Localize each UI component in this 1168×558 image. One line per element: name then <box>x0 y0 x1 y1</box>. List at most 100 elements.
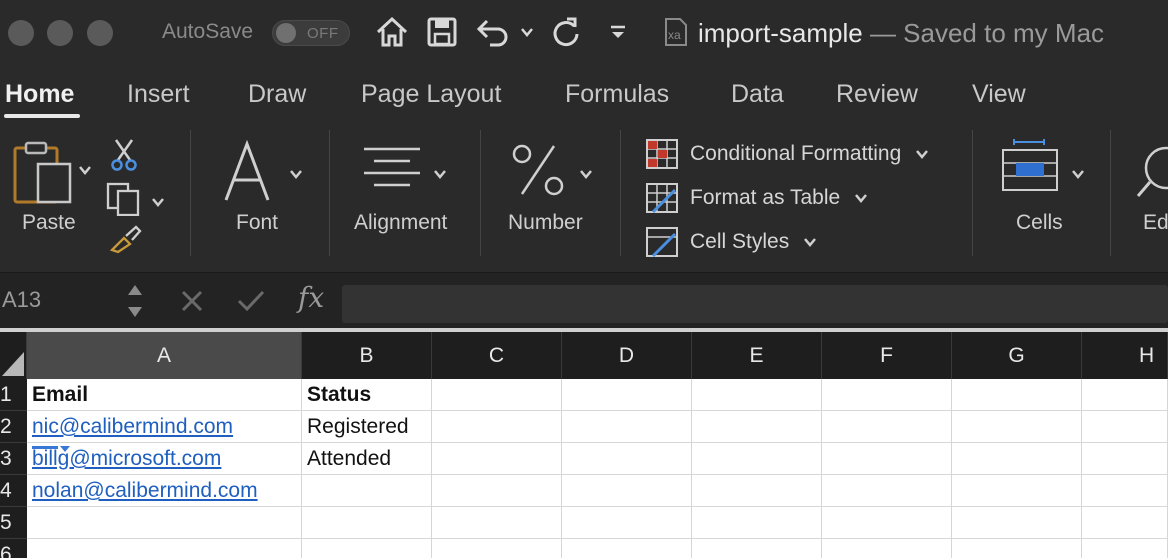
undo-icon[interactable] <box>474 14 514 50</box>
insert-function-icon[interactable]: fx <box>298 281 324 314</box>
cell[interactable] <box>562 379 692 411</box>
column-header-a[interactable]: A <box>27 332 302 379</box>
cell[interactable] <box>952 539 1082 558</box>
cell[interactable] <box>432 507 562 539</box>
cell[interactable] <box>952 443 1082 475</box>
cell[interactable] <box>822 379 952 411</box>
cell[interactable] <box>432 443 562 475</box>
cell[interactable] <box>1082 507 1168 539</box>
cell[interactable] <box>822 443 952 475</box>
cancel-icon[interactable] <box>180 289 204 318</box>
autosave-toggle[interactable]: OFF <box>272 20 350 46</box>
copy-icon[interactable] <box>106 182 142 221</box>
cells-icon[interactable] <box>1000 138 1060 199</box>
cell[interactable] <box>562 443 692 475</box>
tab-formulas[interactable]: Formulas <box>565 80 669 109</box>
save-icon[interactable] <box>425 14 459 50</box>
cells-dropdown-chevron-icon[interactable] <box>1071 166 1085 184</box>
search-icon[interactable] <box>1136 142 1168 203</box>
name-box[interactable]: A13 <box>2 287 41 313</box>
cell[interactable] <box>432 379 562 411</box>
cut-icon[interactable] <box>110 138 138 177</box>
cell[interactable] <box>822 411 952 443</box>
cell[interactable] <box>562 475 692 507</box>
cell[interactable] <box>692 411 822 443</box>
tab-page-layout[interactable]: Page Layout <box>361 80 501 109</box>
cell[interactable] <box>432 539 562 558</box>
email-cell[interactable] <box>27 507 302 539</box>
select-all-button[interactable] <box>0 332 27 379</box>
column-header-c[interactable]: C <box>432 332 562 379</box>
format-painter-icon[interactable] <box>108 224 142 259</box>
cell[interactable] <box>1082 443 1168 475</box>
row-header[interactable]: 3 <box>0 443 27 475</box>
cell[interactable] <box>432 411 562 443</box>
tab-draw[interactable]: Draw <box>248 80 306 109</box>
column-header-g[interactable]: G <box>952 332 1082 379</box>
cell[interactable] <box>562 411 692 443</box>
header-cell-status[interactable]: Status <box>302 379 432 411</box>
format-as-table-button[interactable]: Format as Table <box>645 182 868 214</box>
status-cell[interactable] <box>302 507 432 539</box>
cell[interactable] <box>1082 539 1168 558</box>
status-cell[interactable]: Registered <box>302 411 432 443</box>
column-header-e[interactable]: E <box>692 332 822 379</box>
cell[interactable] <box>562 507 692 539</box>
cell[interactable] <box>1082 379 1168 411</box>
percent-icon[interactable] <box>510 142 566 203</box>
cell[interactable] <box>432 475 562 507</box>
email-cell[interactable]: nic@calibermind.com <box>27 411 302 443</box>
formula-input[interactable] <box>342 285 1168 323</box>
header-cell-email[interactable]: Email <box>27 379 302 411</box>
close-window-button[interactable] <box>8 20 34 46</box>
cell[interactable] <box>952 475 1082 507</box>
column-header-f[interactable]: F <box>822 332 952 379</box>
cell[interactable] <box>952 411 1082 443</box>
undo-dropdown-chevron-icon[interactable] <box>517 14 537 50</box>
cell[interactable] <box>1082 411 1168 443</box>
cell[interactable] <box>692 539 822 558</box>
number-dropdown-chevron-icon[interactable] <box>579 166 593 184</box>
cell[interactable] <box>822 539 952 558</box>
tab-review[interactable]: Review <box>836 80 918 109</box>
cell[interactable] <box>952 379 1082 411</box>
alignment-icon[interactable] <box>362 146 422 195</box>
redo-icon[interactable] <box>548 14 584 50</box>
font-icon[interactable] <box>222 139 272 207</box>
cell[interactable] <box>562 539 692 558</box>
cell[interactable] <box>692 507 822 539</box>
row-header[interactable]: 1 <box>0 379 27 411</box>
column-header-b[interactable]: B <box>302 332 432 379</box>
column-header-d[interactable]: D <box>562 332 692 379</box>
conditional-formatting-button[interactable]: Conditional Formatting <box>645 138 929 170</box>
row-header[interactable]: 2 <box>0 411 27 443</box>
alignment-dropdown-chevron-icon[interactable] <box>433 166 447 184</box>
paste-dropdown-chevron-icon[interactable] <box>78 162 92 180</box>
cell[interactable] <box>822 507 952 539</box>
status-cell[interactable] <box>302 475 432 507</box>
font-dropdown-chevron-icon[interactable] <box>289 166 303 184</box>
cell[interactable] <box>692 443 822 475</box>
autocorrect-options-icon[interactable] <box>32 440 72 452</box>
enter-checkmark-icon[interactable] <box>236 289 266 318</box>
customize-toolbar-icon[interactable] <box>606 14 630 50</box>
minimize-window-button[interactable] <box>47 20 73 46</box>
status-cell[interactable]: Attended <box>302 443 432 475</box>
name-box-stepper-icon[interactable] <box>126 281 144 326</box>
cell[interactable] <box>692 475 822 507</box>
status-cell[interactable] <box>302 539 432 558</box>
row-header[interactable]: 4 <box>0 475 27 507</box>
row-header[interactable]: 5 <box>0 507 27 539</box>
cell[interactable] <box>822 475 952 507</box>
tab-insert[interactable]: Insert <box>127 80 190 109</box>
tab-home[interactable]: Home <box>5 80 74 109</box>
row-header[interactable]: 6 <box>0 539 27 558</box>
tab-data[interactable]: Data <box>731 80 784 109</box>
home-icon[interactable] <box>374 14 410 50</box>
copy-dropdown-chevron-icon[interactable] <box>151 194 165 212</box>
email-cell[interactable]: nolan@calibermind.com <box>27 475 302 507</box>
cell-styles-button[interactable]: Cell Styles <box>645 226 817 258</box>
column-header-h[interactable]: H <box>1082 332 1168 379</box>
email-cell[interactable] <box>27 539 302 558</box>
zoom-window-button[interactable] <box>87 20 113 46</box>
